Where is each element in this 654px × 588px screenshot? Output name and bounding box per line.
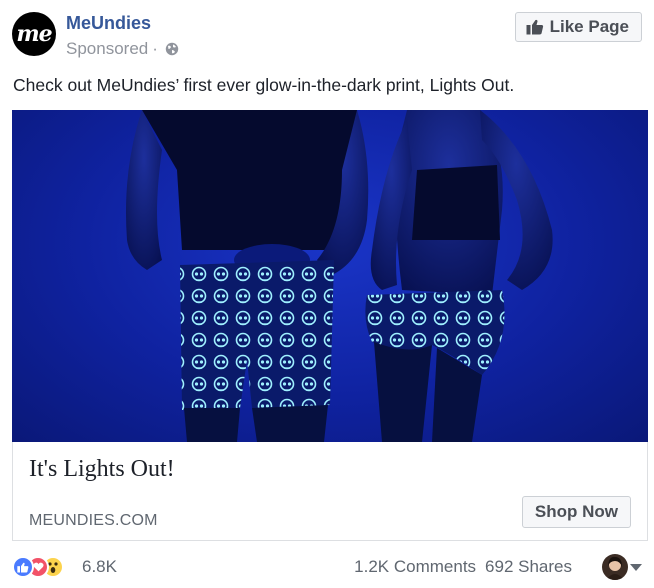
reaction-count[interactable]: 6.8K [82,557,117,577]
ad-image[interactable] [12,110,648,442]
viewer-avatar[interactable] [602,554,628,580]
post-meta: Sponsored · [66,39,179,59]
comments-count[interactable]: 1.2K Comments [354,557,476,577]
shop-now-button[interactable]: Shop Now [521,496,631,528]
like-page-button[interactable]: Like Page [514,12,642,42]
card-domain: MEUNDIES.COM [29,512,158,529]
chevron-down-icon[interactable] [630,564,642,571]
engagement-counts: 1.2K Comments 692 Shares [354,557,572,577]
post-message: Check out MeUndies’ first ever glow-in-t… [13,75,515,95]
sponsored-label[interactable]: Sponsored [66,39,148,59]
reaction-icons[interactable] [12,556,64,578]
page-avatar[interactable]: me [12,12,56,56]
like-reaction-icon [12,556,34,578]
page-name-link[interactable]: MeUndies [66,13,151,34]
link-card[interactable]: It's Lights Out! MEUNDIES.COM Shop Now [12,442,648,541]
post-header: me MeUndies Sponsored · Like Page [12,10,642,62]
card-title[interactable]: It's Lights Out! [29,456,175,483]
shares-count[interactable]: 692 Shares [485,557,572,577]
globe-icon [165,42,179,56]
post-footer: 6.8K 1.2K Comments 692 Shares [12,554,642,582]
like-page-label: Like Page [549,17,629,36]
thumbs-up-icon [526,19,543,35]
meta-separator: · [152,39,158,58]
ad-photo-illustration [126,110,553,442]
